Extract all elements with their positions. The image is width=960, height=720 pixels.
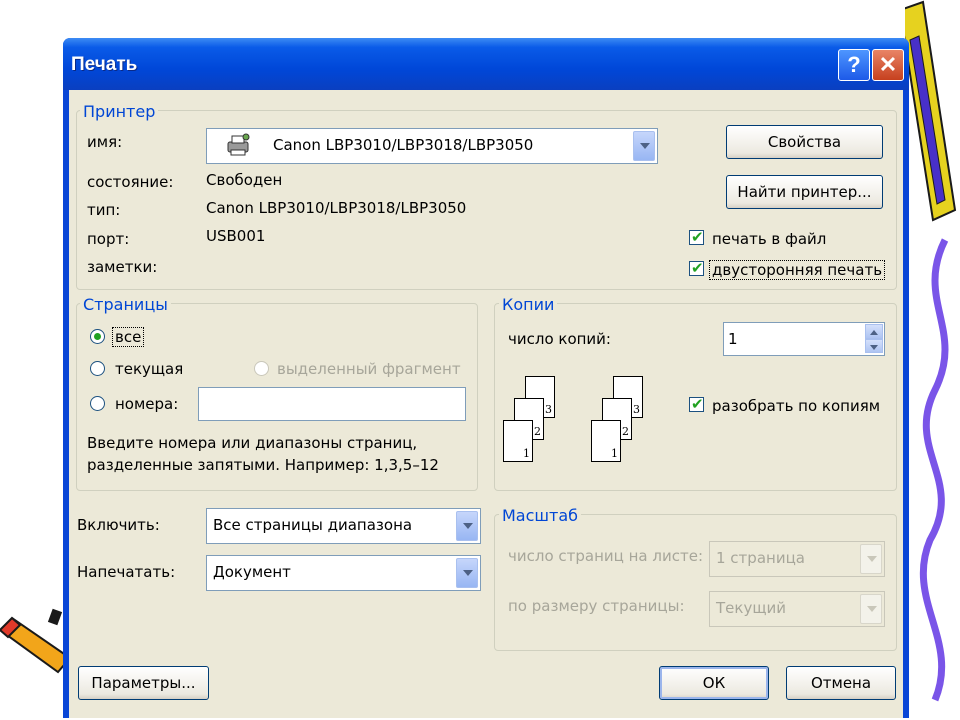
pages-numbers-label[interactable]: номера:: [115, 395, 178, 413]
title-bar[interactable]: [63, 38, 909, 90]
scale-label: по размеру страницы:: [508, 597, 685, 615]
cancel-button[interactable]: Отмена: [786, 666, 896, 700]
include-label: Включить:: [77, 516, 160, 534]
print-to-file-checkbox[interactable]: ✔: [689, 228, 704, 246]
copies-count-spinner[interactable]: 1: [723, 322, 885, 356]
pages-per-sheet-label: число страниц на листе:: [508, 547, 703, 565]
options-button[interactable]: Параметры...: [78, 666, 209, 700]
chevron-down-icon[interactable]: [456, 558, 478, 588]
printer-type-label: тип:: [87, 201, 121, 219]
zoom-legend: Масштаб: [499, 506, 582, 525]
printer-status-label: состояние:: [87, 173, 174, 191]
print-to-file-label[interactable]: печать в файл: [712, 230, 826, 248]
pencil-decoration-icon: [0, 608, 70, 674]
window-title: Печать: [71, 54, 138, 75]
print-what-value: Документ: [213, 563, 291, 581]
print-what-label: Напечатать:: [77, 563, 176, 581]
pages-per-sheet-value: 1 страница: [716, 549, 805, 567]
printer-port-label: порт:: [87, 230, 130, 248]
pages-legend: Страницы: [80, 295, 171, 314]
printer-type-value: Canon LBP3010/LBP3018/LBP3050: [206, 199, 467, 217]
duplex-label[interactable]: двусторонняя печать: [708, 260, 886, 280]
checkmark-icon: ✔: [691, 395, 704, 413]
copies-legend: Копии: [499, 295, 558, 314]
printer-port-value: USB001: [206, 227, 266, 245]
pages-hint-line1: Введите номера или диапазоны страниц,: [87, 434, 418, 452]
chevron-down-icon[interactable]: [456, 511, 478, 541]
pages-selection-label: выделенный фрагмент: [277, 360, 461, 378]
printer-name-label: имя:: [87, 133, 123, 151]
include-select[interactable]: Все страницы диапазона: [206, 508, 481, 544]
pencil-decoration-icon: [905, 0, 957, 702]
scale-value: Текущий: [716, 599, 786, 617]
collate-checkbox[interactable]: ✔: [689, 395, 704, 413]
pages-hint-line2: разделенные запятыми. Например: 1,3,5–12: [87, 456, 439, 474]
zoom-group: [494, 514, 897, 651]
chevron-down-icon: [860, 544, 882, 574]
close-button[interactable]: ✕: [872, 49, 904, 81]
spin-down-icon[interactable]: [865, 339, 883, 353]
chevron-down-icon[interactable]: [633, 131, 655, 161]
printer-icon: [227, 133, 250, 156]
scale-select: Текущий: [709, 591, 885, 627]
pages-all-radio[interactable]: [90, 329, 105, 344]
checkmark-icon: ✔: [691, 259, 704, 277]
copies-count-label: число копий:: [508, 330, 611, 348]
find-printer-button[interactable]: Найти принтер...: [726, 175, 883, 209]
pages-selection-radio: [254, 361, 269, 376]
include-value: Все страницы диапазона: [213, 516, 413, 534]
help-button[interactable]: ?: [838, 49, 870, 81]
print-what-select[interactable]: Документ: [206, 555, 481, 591]
checkmark-icon: ✔: [691, 228, 704, 246]
printer-legend: Принтер: [80, 102, 159, 121]
pages-numbers-radio[interactable]: [90, 396, 105, 411]
page-icon: 1: [503, 420, 533, 462]
pages-current-label[interactable]: текущая: [115, 360, 183, 378]
collate-label[interactable]: разобрать по копиям: [712, 397, 880, 415]
printer-notes-label: заметки:: [87, 258, 158, 276]
printer-name-value: Canon LBP3010/LBP3018/LBP3050: [273, 136, 534, 154]
pages-per-sheet-select: 1 страница: [709, 541, 885, 577]
properties-button[interactable]: Свойства: [726, 125, 883, 159]
ok-button[interactable]: ОК: [659, 666, 769, 700]
pages-all-label[interactable]: все: [111, 327, 145, 347]
chevron-down-icon: [860, 594, 882, 624]
duplex-checkbox[interactable]: ✔: [689, 259, 704, 277]
printer-name-select[interactable]: Canon LBP3010/LBP3018/LBP3050: [206, 128, 658, 164]
page-icon: 1: [591, 420, 621, 462]
radio-selected-dot: [94, 333, 101, 340]
spin-up-icon[interactable]: [865, 324, 883, 339]
pages-current-radio[interactable]: [90, 361, 105, 376]
printer-status-value: Свободен: [206, 171, 283, 189]
page-numbers-input[interactable]: [198, 387, 466, 421]
copies-count-value: 1: [728, 330, 738, 348]
